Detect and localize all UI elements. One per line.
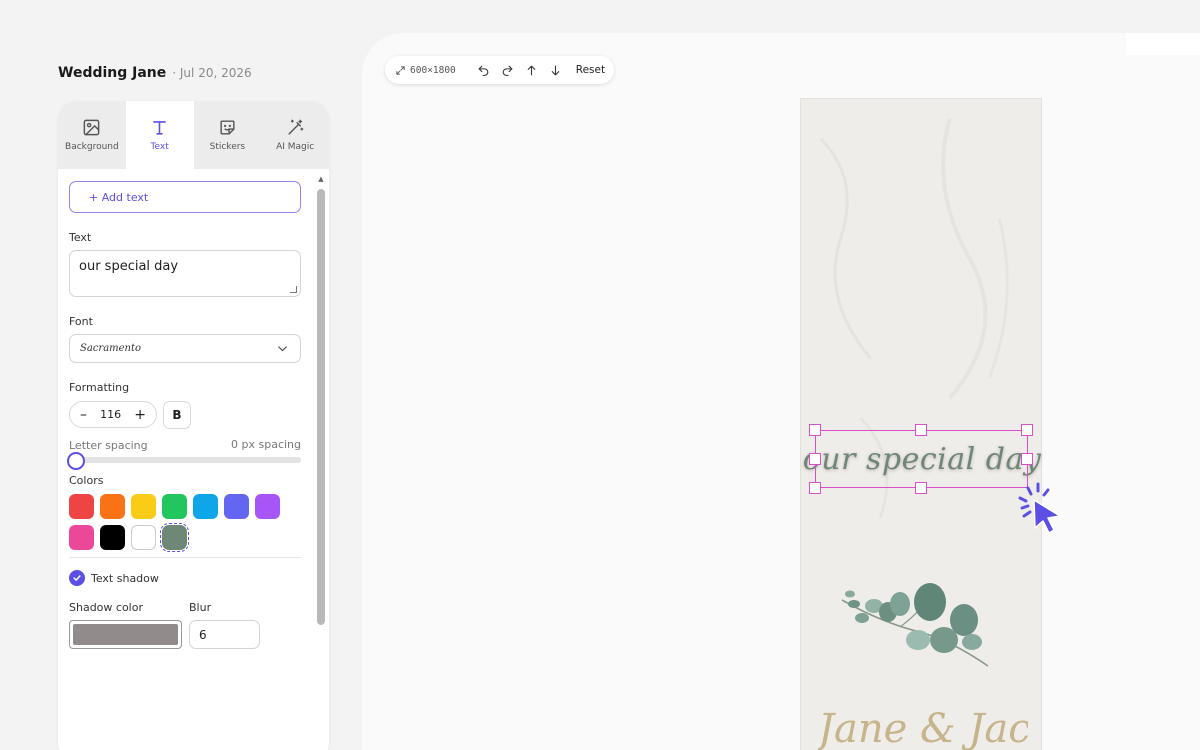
- selection-box[interactable]: [815, 430, 1028, 488]
- decrease-size-button[interactable]: –: [80, 408, 87, 422]
- scroll-up-icon[interactable]: ▲: [317, 175, 325, 183]
- text-shadow-checkbox[interactable]: [69, 570, 85, 586]
- resize-handle-tc[interactable]: [915, 424, 927, 436]
- tab-background[interactable]: Background: [58, 101, 126, 169]
- bring-forward-button[interactable]: [524, 62, 540, 78]
- letter-spacing-slider-thumb[interactable]: [67, 452, 85, 470]
- colors-label: Colors: [69, 474, 104, 487]
- font-field-label: Font: [69, 315, 93, 328]
- text-input-value: our special day: [79, 259, 179, 274]
- color-swatch[interactable]: [224, 494, 249, 519]
- letter-spacing-label: Letter spacing: [69, 439, 148, 452]
- canvas-toolbar: 600×1800 Reset: [385, 56, 614, 84]
- add-text-button[interactable]: + Add text: [69, 181, 301, 213]
- increase-size-button[interactable]: +: [134, 408, 146, 422]
- font-select-value: Sacramento: [80, 343, 142, 354]
- resize-handle-tr[interactable]: [1021, 424, 1033, 436]
- reset-button[interactable]: Reset: [576, 64, 605, 76]
- blur-input-value: 6: [199, 627, 207, 642]
- expand-icon: [396, 65, 405, 75]
- font-select[interactable]: Sacramento: [69, 334, 301, 363]
- color-swatch[interactable]: [193, 494, 218, 519]
- redo-button[interactable]: [500, 62, 516, 78]
- color-swatch[interactable]: [69, 525, 94, 550]
- canvas-stage: [362, 33, 1200, 750]
- project-header: Wedding Jane · Jul 20, 2026: [58, 65, 252, 81]
- tab-ai-magic[interactable]: AI Magic: [261, 101, 329, 169]
- undo-button[interactable]: [476, 62, 492, 78]
- color-swatch[interactable]: [131, 525, 156, 550]
- project-date: · Jul 20, 2026: [172, 66, 252, 80]
- resize-handle-tl[interactable]: [809, 424, 821, 436]
- canvas-dimensions[interactable]: 600×1800: [395, 65, 456, 76]
- color-swatch[interactable]: [69, 494, 94, 519]
- tab-stickers[interactable]: Stickers: [194, 101, 262, 169]
- text-field-label: Text: [69, 231, 92, 244]
- letter-spacing-slider[interactable]: [69, 457, 301, 463]
- color-swatch[interactable]: [100, 525, 125, 550]
- resize-handle-bc[interactable]: [915, 482, 927, 494]
- tab-background-label: Background: [65, 142, 119, 152]
- scrollbar-thumb[interactable]: [317, 189, 325, 625]
- redo-icon: [502, 65, 513, 76]
- text-shadow-label: Text shadow: [91, 572, 159, 585]
- divider: [69, 557, 301, 558]
- color-swatches: [69, 494, 284, 552]
- shadow-color-fill: [73, 624, 178, 645]
- magic-wand-icon: [288, 119, 303, 135]
- bold-button[interactable]: B: [163, 401, 191, 429]
- send-backward-button[interactable]: [548, 62, 564, 78]
- editor-panel: Background Text Stickers AI Magic ▲ + Ad…: [58, 101, 329, 750]
- shadow-color-label: Shadow color: [69, 601, 143, 614]
- tab-text-label: Text: [150, 142, 169, 152]
- blur-input[interactable]: 6: [189, 620, 260, 649]
- font-size-stepper: – 116 +: [69, 401, 157, 428]
- couple-names-text[interactable]: Jane & Jack: [818, 706, 1028, 750]
- arrow-down-icon: [551, 65, 560, 75]
- cursor-click-icon: [1018, 482, 1061, 534]
- blur-label: Blur: [189, 601, 212, 614]
- resize-grip-icon[interactable]: [290, 286, 297, 293]
- text-input[interactable]: our special day: [69, 250, 301, 297]
- text-tab-content: ▲ + Add text Text our special day Font S…: [58, 169, 329, 750]
- panel-scrollbar[interactable]: ▲: [317, 175, 325, 750]
- image-icon: [84, 119, 100, 136]
- resize-handle-bl[interactable]: [809, 482, 821, 494]
- resize-handle-mr[interactable]: [1021, 453, 1033, 465]
- letter-spacing-value: 0 px spacing: [231, 438, 301, 451]
- chevron-down-icon: [278, 346, 287, 352]
- color-swatch[interactable]: [162, 494, 187, 519]
- tab-text[interactable]: Text: [125, 101, 194, 169]
- project-name: Wedding Jane: [58, 65, 167, 81]
- color-swatch[interactable]: [131, 494, 156, 519]
- formatting-label: Formatting: [69, 381, 130, 394]
- tab-bar: Background Text Stickers AI Magic: [58, 101, 329, 169]
- canvas-dimensions-text: 600×1800: [410, 64, 456, 76]
- arrow-up-icon: [527, 65, 536, 75]
- eucalyptus-sticker[interactable]: [840, 582, 992, 674]
- text-icon: [153, 121, 166, 135]
- stage-corner: [1126, 33, 1200, 55]
- resize-handle-ml[interactable]: [809, 453, 821, 465]
- undo-icon: [478, 65, 489, 76]
- color-swatch[interactable]: [255, 494, 280, 519]
- tab-ai-magic-label: AI Magic: [276, 142, 315, 152]
- color-swatch[interactable]: [160, 523, 189, 552]
- color-swatch[interactable]: [100, 494, 125, 519]
- shadow-color-picker[interactable]: [69, 620, 182, 649]
- font-size-value[interactable]: 116: [100, 408, 121, 421]
- tab-stickers-label: Stickers: [209, 142, 246, 152]
- checkmark-icon: [73, 575, 81, 581]
- sticker-icon: [220, 120, 235, 135]
